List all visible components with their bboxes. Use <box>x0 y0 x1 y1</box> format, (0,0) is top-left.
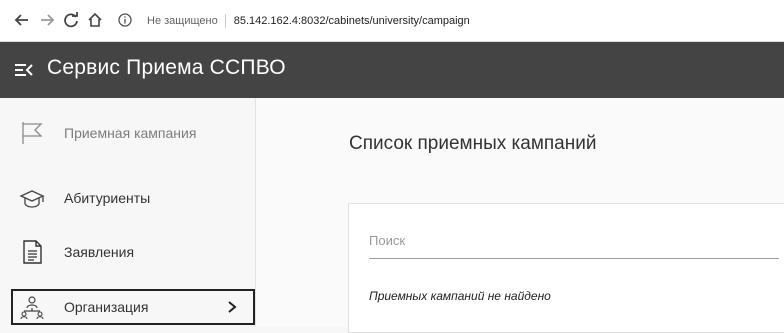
sidebar-item-campaign[interactable]: Приемная кампания <box>0 111 256 155</box>
sidebar-item-applications[interactable]: Заявления <box>0 230 256 274</box>
forward-button[interactable] <box>38 11 56 29</box>
sidebar-item-label: Организация <box>64 299 149 315</box>
sidebar: Приемная кампания Абитуриенты Заявления … <box>0 98 256 327</box>
url-text: 85.142.162.4:8032/cabinets/university/ca… <box>233 15 470 27</box>
address-bar[interactable]: Не защищено 85.142.162.4:8032/cabinets/u… <box>141 14 470 28</box>
sidebar-item-label: Заявления <box>64 244 135 260</box>
reload-button[interactable] <box>62 11 80 29</box>
sidebar-item-label: Приемная кампания <box>64 125 197 141</box>
back-button[interactable] <box>13 11 31 29</box>
sidebar-item-label: Абитуриенты <box>64 190 151 206</box>
main-content: Список приемных кампаний Приемных кампан… <box>256 98 784 333</box>
home-button[interactable] <box>86 11 104 29</box>
campaign-list-card: Приемных кампаний не найдено <box>348 203 784 333</box>
graduation-cap-icon <box>19 189 45 215</box>
address-separator <box>224 14 226 28</box>
site-info-button[interactable] <box>116 11 134 29</box>
sidebar-item-applicants[interactable]: Абитуриенты <box>0 179 256 223</box>
app-header: Сервис Приема ССПВО <box>0 42 784 98</box>
flag-icon <box>19 120 45 146</box>
app-title: Сервис Приема ССПВО <box>47 56 286 79</box>
arrow-right-icon <box>41 14 55 26</box>
menu-collapse-button[interactable] <box>15 60 35 80</box>
sidebar-item-organization[interactable]: Организация <box>11 289 255 325</box>
menu-collapse-icon <box>15 64 33 76</box>
browser-toolbar: Не защищено 85.142.162.4:8032/cabinets/u… <box>0 0 784 42</box>
security-label: Не защищено <box>147 15 218 27</box>
empty-state-message: Приемных кампаний не найдено <box>369 289 551 303</box>
document-icon <box>19 239 45 265</box>
organization-icon <box>19 294 45 320</box>
arrow-left-icon <box>14 14 28 26</box>
home-icon <box>88 12 102 27</box>
chevron-right-icon <box>225 300 239 314</box>
search-input[interactable] <box>369 222 779 259</box>
page-title: Список приемных кампаний <box>349 133 597 154</box>
info-icon <box>118 13 132 27</box>
reload-icon <box>64 12 78 28</box>
